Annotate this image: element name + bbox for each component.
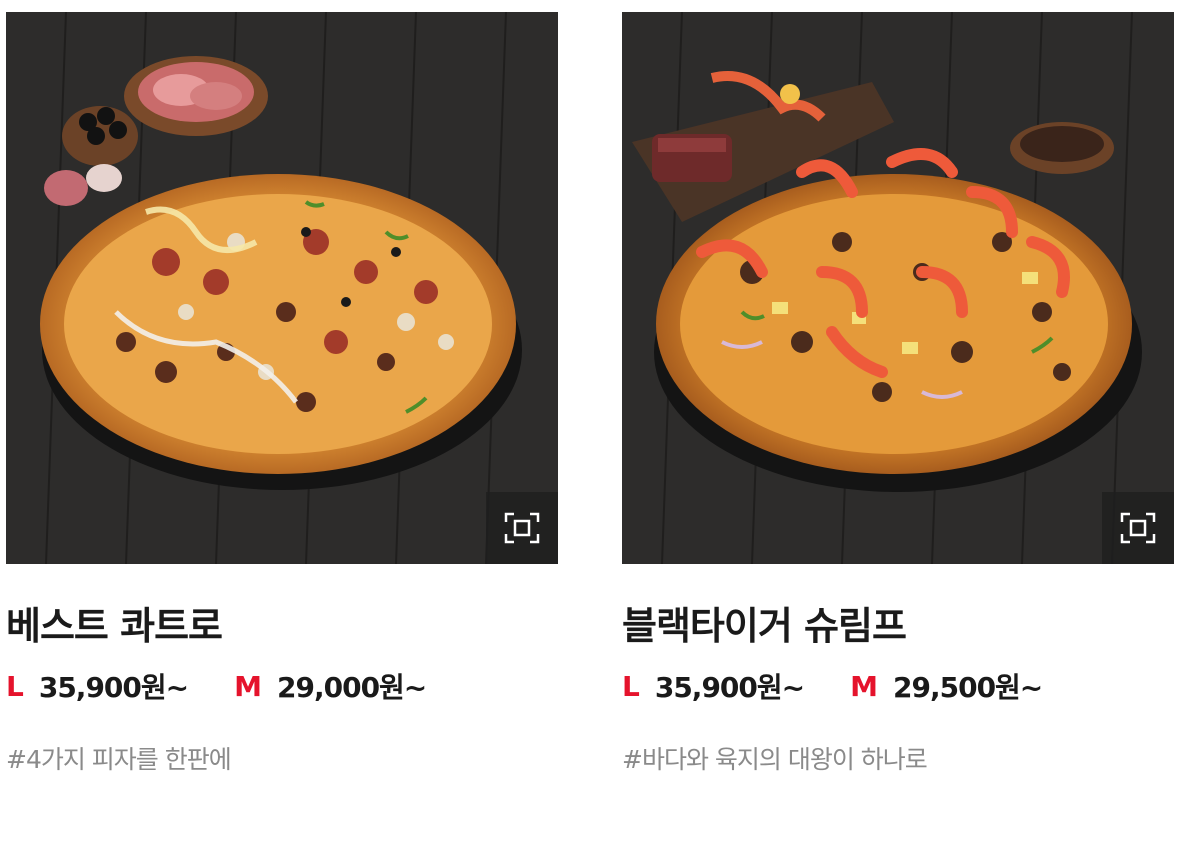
product-name[interactable]: 블랙타이거 슈림프 <box>622 600 1174 652</box>
price-medium-value: 29,500원~ <box>893 671 1043 704</box>
product-grid: 베스트 콰트로 L 35,900원~ M 29,000원~ #4가지 피자를 한… <box>0 0 1190 860</box>
price-row: L 35,900원~ M 29,500원~ <box>622 666 1174 706</box>
product-card[interactable]: 블랙타이거 슈림프 L 35,900원~ M 29,500원~ #바다와 육지의… <box>622 12 1174 780</box>
pizza-image <box>622 12 1174 564</box>
product-photo[interactable] <box>622 12 1174 564</box>
price-large-value: 35,900원~ <box>654 671 805 704</box>
size-label-medium: M <box>850 669 878 703</box>
product-hashtag: #바다와 육지의 대왕이 하나로 <box>622 745 928 774</box>
expand-icon <box>1120 512 1156 544</box>
price-medium-value: 29,000원~ <box>277 671 427 704</box>
size-label-large: L <box>6 669 24 703</box>
price-medium: M 29,000원~ <box>234 666 427 706</box>
price-row: L 35,900원~ M 29,000원~ <box>6 666 558 706</box>
zoom-button[interactable] <box>1102 492 1174 564</box>
pizza-image <box>6 12 558 564</box>
price-large: L 35,900원~ <box>622 666 805 706</box>
price-medium: M 29,500원~ <box>850 666 1043 706</box>
product-hashtag: #4가지 피자를 한판에 <box>6 745 232 774</box>
price-large: L 35,900원~ <box>6 666 189 706</box>
size-label-large: L <box>622 669 640 703</box>
zoom-button[interactable] <box>486 492 558 564</box>
size-label-medium: M <box>234 669 262 703</box>
expand-icon <box>504 512 540 544</box>
product-photo[interactable] <box>6 12 558 564</box>
product-name[interactable]: 베스트 콰트로 <box>6 600 558 652</box>
product-card[interactable]: 베스트 콰트로 L 35,900원~ M 29,000원~ #4가지 피자를 한… <box>6 12 558 780</box>
price-large-value: 35,900원~ <box>38 671 189 704</box>
